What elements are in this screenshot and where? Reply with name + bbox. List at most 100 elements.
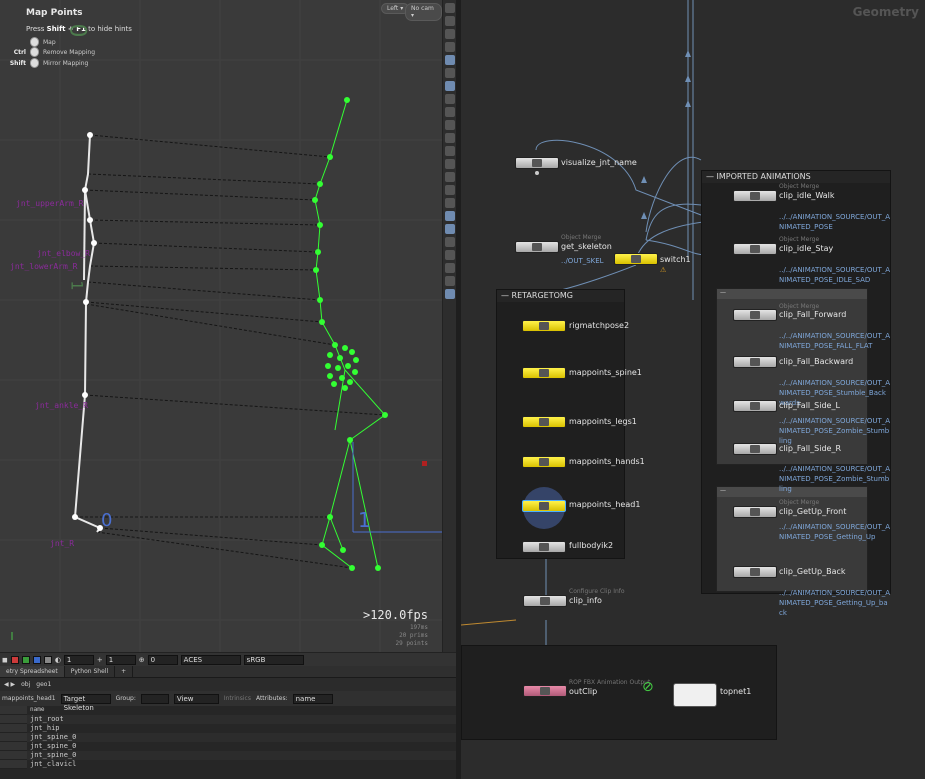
- attributes-field[interactable]: name: [292, 693, 333, 704]
- axis-label: 0: [64, 23, 90, 38]
- clip-path: ../../ANIMATION_SOURCE/OUT_ANIMATED_POSE…: [779, 266, 891, 284]
- joint-label: jnt_elbow_R: [37, 249, 90, 258]
- fullbody-node[interactable]: [522, 541, 566, 553]
- clip-info-node[interactable]: [523, 595, 567, 607]
- number-icon[interactable]: [445, 159, 455, 169]
- clip-node[interactable]: [733, 400, 777, 412]
- camera-menu[interactable]: No cam ▾: [405, 3, 442, 21]
- table-row[interactable]: jnt_spine_0: [0, 733, 456, 742]
- outclip-node[interactable]: [523, 685, 567, 697]
- intrinsics-select[interactable]: Intrinsics: [224, 695, 251, 702]
- gray-swatch[interactable]: [43, 655, 52, 664]
- table-row[interactable]: jnt_clavicl: [0, 760, 456, 769]
- layout-icon[interactable]: [445, 276, 455, 286]
- light-icon[interactable]: [445, 68, 455, 78]
- wire-icon[interactable]: [445, 107, 455, 117]
- green-swatch[interactable]: [21, 655, 30, 664]
- head-node[interactable]: [522, 500, 566, 512]
- target-joints: [312, 97, 388, 571]
- vis-icon[interactable]: [445, 237, 455, 247]
- spine-node[interactable]: [522, 367, 566, 379]
- path-obj[interactable]: obj: [21, 681, 30, 688]
- points-icon[interactable]: [445, 172, 455, 182]
- joint-label: jnt_R: [50, 539, 75, 548]
- view-select[interactable]: View: [173, 693, 219, 704]
- handle-icon[interactable]: [445, 133, 455, 143]
- viewport-toolbar: [442, 0, 456, 652]
- tab-python-shell[interactable]: Python Shell: [65, 666, 116, 677]
- switch-label: switch1: [660, 255, 691, 264]
- blue-swatch[interactable]: [32, 655, 41, 664]
- output-connector[interactable]: [535, 171, 539, 175]
- clip-label: clip_idle_Walk: [779, 191, 835, 200]
- tab-spreadsheet[interactable]: etry Spreadsheet: [0, 666, 65, 677]
- grid-icon[interactable]: [445, 81, 455, 91]
- viewport-display-bar: ◼ ◐ 1 + 1 ⊕ 0 ACES sRGB: [0, 652, 456, 666]
- clip-node[interactable]: [733, 356, 777, 368]
- render-icon[interactable]: [445, 224, 455, 234]
- red-swatch[interactable]: [10, 655, 19, 664]
- view-icon[interactable]: [445, 289, 455, 299]
- bbox-icon[interactable]: [445, 250, 455, 260]
- source-skeleton: [73, 134, 102, 533]
- table-row[interactable]: jnt_spine_0: [0, 751, 456, 760]
- camera-icon[interactable]: [445, 211, 455, 221]
- table-row[interactable]: jnt_spine_0: [0, 742, 456, 751]
- measure-icon[interactable]: [445, 120, 455, 130]
- hands-node[interactable]: [522, 456, 566, 468]
- back-icon[interactable]: ◀ ▶: [4, 681, 15, 688]
- plus-icon[interactable]: +: [97, 656, 103, 664]
- axis-label: 0: [101, 510, 113, 531]
- clip-node[interactable]: [733, 566, 777, 578]
- hint-row-map: Map: [6, 37, 56, 47]
- display-icon[interactable]: [445, 198, 455, 208]
- value-field[interactable]: 1: [105, 654, 136, 665]
- warning-icon: ⚠: [660, 266, 667, 274]
- path-geo[interactable]: geo1: [36, 681, 51, 688]
- gamma-icon[interactable]: ◐: [55, 656, 61, 664]
- lock-icon[interactable]: [445, 3, 455, 13]
- value-field[interactable]: 0: [147, 654, 178, 665]
- snap-icon[interactable]: [445, 55, 455, 65]
- switch-node[interactable]: [614, 253, 658, 265]
- table-row[interactable]: jnt_hip: [0, 724, 456, 733]
- lock-camera-icon[interactable]: [445, 29, 455, 39]
- edit-icon[interactable]: [445, 146, 455, 156]
- home-icon[interactable]: [445, 16, 455, 26]
- collapse-icon: —: [717, 289, 867, 299]
- value-field[interactable]: 1: [63, 654, 94, 665]
- pin-icon[interactable]: [445, 42, 455, 52]
- grid-toggle-icon[interactable]: ◼: [2, 656, 8, 664]
- texture-icon[interactable]: [445, 263, 455, 273]
- group-label: Group:: [115, 695, 136, 702]
- target-select[interactable]: Target Skeleton: [60, 693, 111, 712]
- clip-node[interactable]: [733, 243, 777, 255]
- clip-node[interactable]: [733, 506, 777, 518]
- column-header[interactable]: name: [27, 706, 44, 715]
- display-select[interactable]: sRGB: [243, 654, 304, 665]
- scene-viewport[interactable]: Map Points Press Shift + F1 to hide hint…: [0, 0, 442, 652]
- legs-node[interactable]: [522, 416, 566, 428]
- retarget-box-title: RETARGETOMG: [511, 291, 573, 300]
- clip-node[interactable]: [733, 190, 777, 202]
- exposure-icon[interactable]: ⊕: [139, 656, 145, 664]
- imported-box-title: IMPORTED ANIMATIONS: [716, 172, 811, 181]
- rigmatch-label: rigmatchpose2: [569, 321, 630, 330]
- table-row[interactable]: jnt_root: [0, 715, 456, 724]
- node-type: Object Merge: [779, 303, 820, 310]
- joint-label: jnt_lowerArm_R: [10, 262, 78, 271]
- topnet-node[interactable]: [673, 683, 717, 707]
- clip-node[interactable]: [733, 443, 777, 455]
- network-editor[interactable]: Geometry visualize_jnt_name Object Merge…: [461, 0, 925, 779]
- colorspace-select[interactable]: ACES: [180, 654, 241, 665]
- get-skeleton-node[interactable]: [515, 241, 559, 253]
- add-tab-button[interactable]: +: [115, 666, 134, 677]
- rigmatch-node[interactable]: [522, 320, 566, 332]
- clip-node[interactable]: [733, 309, 777, 321]
- normals-icon[interactable]: [445, 185, 455, 195]
- visualize-node[interactable]: [515, 157, 559, 169]
- shading-icon[interactable]: [445, 94, 455, 104]
- network-title: Geometry: [852, 5, 919, 19]
- group-field[interactable]: [140, 693, 169, 704]
- get-skeleton-label: get_skeleton: [561, 242, 612, 251]
